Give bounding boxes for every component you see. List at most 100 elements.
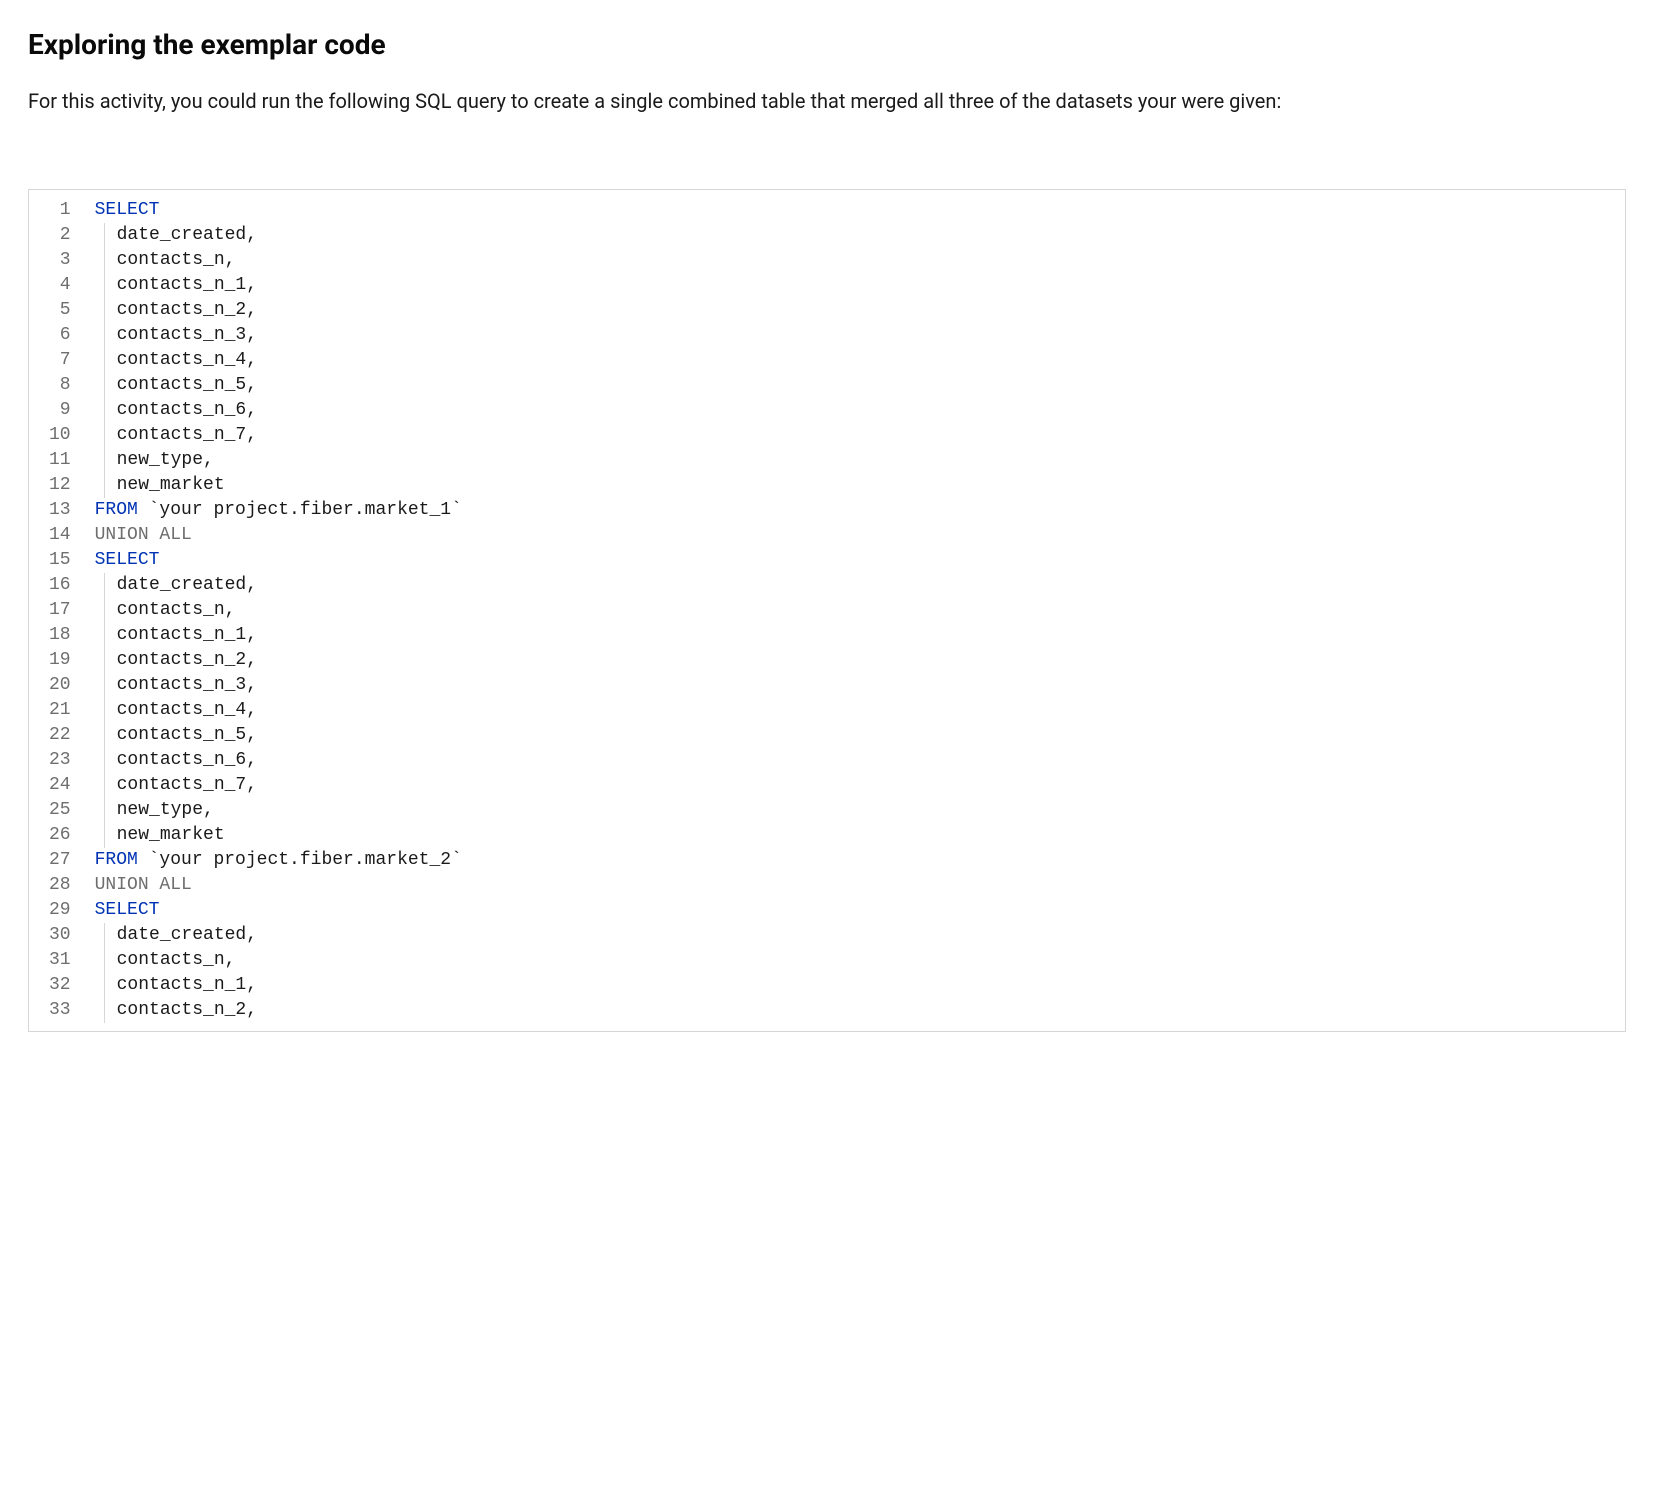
code-line: contacts_n, (95, 248, 1617, 273)
line-number: 14 (49, 523, 71, 548)
line-number: 21 (49, 698, 71, 723)
code-token: `your project.fiber.market_1` (138, 498, 462, 523)
code-token: contacts_n, (117, 948, 236, 973)
indent-guide (104, 698, 105, 723)
code-token: contacts_n_2, (117, 298, 257, 323)
code-line: contacts_n_4, (95, 348, 1617, 373)
indent-guide (104, 773, 105, 798)
indent-guide (104, 798, 105, 823)
code-content: SELECTdate_created,contacts_n,contacts_n… (79, 190, 1625, 1031)
code-token: UNION ALL (95, 523, 192, 548)
code-token: contacts_n_4, (117, 698, 257, 723)
code-line: contacts_n_1, (95, 973, 1617, 998)
line-number: 30 (49, 923, 71, 948)
line-number: 25 (49, 798, 71, 823)
line-number: 28 (49, 873, 71, 898)
line-number: 7 (49, 348, 71, 373)
page-heading: Exploring the exemplar code (28, 28, 1626, 61)
code-token: UNION ALL (95, 873, 192, 898)
code-token: SELECT (95, 548, 160, 573)
code-token: SELECT (95, 898, 160, 923)
indent-guide (104, 423, 105, 448)
code-line: SELECT (95, 898, 1617, 923)
indent-guide (104, 473, 105, 498)
indent-guide (104, 623, 105, 648)
indent-guide (104, 323, 105, 348)
code-token: contacts_n_2, (117, 648, 257, 673)
code-line: contacts_n_3, (95, 673, 1617, 698)
code-token: contacts_n_1, (117, 973, 257, 998)
code-token: FROM (95, 498, 138, 523)
line-number: 13 (49, 498, 71, 523)
line-number: 31 (49, 948, 71, 973)
line-number: 23 (49, 748, 71, 773)
code-token: contacts_n_6, (117, 398, 257, 423)
code-token: date_created, (117, 923, 257, 948)
indent-guide (104, 573, 105, 598)
line-number: 4 (49, 273, 71, 298)
code-line: contacts_n_1, (95, 273, 1617, 298)
code-token: contacts_n_5, (117, 373, 257, 398)
code-line: contacts_n, (95, 598, 1617, 623)
line-number: 16 (49, 573, 71, 598)
indent-guide (104, 998, 105, 1023)
code-token: contacts_n_7, (117, 773, 257, 798)
code-block: 1234567891011121314151617181920212223242… (28, 189, 1626, 1032)
code-token: FROM (95, 848, 138, 873)
indent-guide (104, 373, 105, 398)
line-number: 15 (49, 548, 71, 573)
code-line: contacts_n_6, (95, 748, 1617, 773)
indent-guide (104, 273, 105, 298)
indent-guide (104, 923, 105, 948)
code-line: SELECT (95, 548, 1617, 573)
code-line: FROM `your project.fiber.market_2` (95, 848, 1617, 873)
indent-guide (104, 673, 105, 698)
line-number: 11 (49, 448, 71, 473)
code-token: date_created, (117, 573, 257, 598)
code-line: contacts_n_3, (95, 323, 1617, 348)
code-line: contacts_n_2, (95, 298, 1617, 323)
line-number-gutter: 1234567891011121314151617181920212223242… (29, 190, 79, 1031)
line-number: 22 (49, 723, 71, 748)
line-number: 29 (49, 898, 71, 923)
code-token: new_type, (117, 448, 214, 473)
line-number: 9 (49, 398, 71, 423)
indent-guide (104, 598, 105, 623)
code-token: contacts_n, (117, 598, 236, 623)
line-number: 5 (49, 298, 71, 323)
code-line: contacts_n_5, (95, 723, 1617, 748)
code-token: SELECT (95, 198, 160, 223)
code-token: contacts_n_7, (117, 423, 257, 448)
code-token: contacts_n_1, (117, 623, 257, 648)
line-number: 32 (49, 973, 71, 998)
indent-guide (104, 348, 105, 373)
indent-guide (104, 823, 105, 848)
indent-guide (104, 973, 105, 998)
indent-guide (104, 398, 105, 423)
line-number: 18 (49, 623, 71, 648)
line-number: 6 (49, 323, 71, 348)
code-line: UNION ALL (95, 873, 1617, 898)
code-token: new_market (117, 823, 225, 848)
code-token: contacts_n_2, (117, 998, 257, 1023)
code-line: new_market (95, 473, 1617, 498)
code-line: contacts_n_2, (95, 648, 1617, 673)
code-token: contacts_n_1, (117, 273, 257, 298)
indent-guide (104, 748, 105, 773)
code-token: new_type, (117, 798, 214, 823)
line-number: 2 (49, 223, 71, 248)
code-line: contacts_n_5, (95, 373, 1617, 398)
code-line: contacts_n_7, (95, 773, 1617, 798)
code-token: contacts_n_3, (117, 673, 257, 698)
code-line: date_created, (95, 223, 1617, 248)
line-number: 24 (49, 773, 71, 798)
indent-guide (104, 248, 105, 273)
code-line: contacts_n_6, (95, 398, 1617, 423)
line-number: 20 (49, 673, 71, 698)
code-token: contacts_n_4, (117, 348, 257, 373)
line-number: 27 (49, 848, 71, 873)
code-line: new_type, (95, 798, 1617, 823)
indent-guide (104, 948, 105, 973)
code-token: new_market (117, 473, 225, 498)
code-line: date_created, (95, 573, 1617, 598)
